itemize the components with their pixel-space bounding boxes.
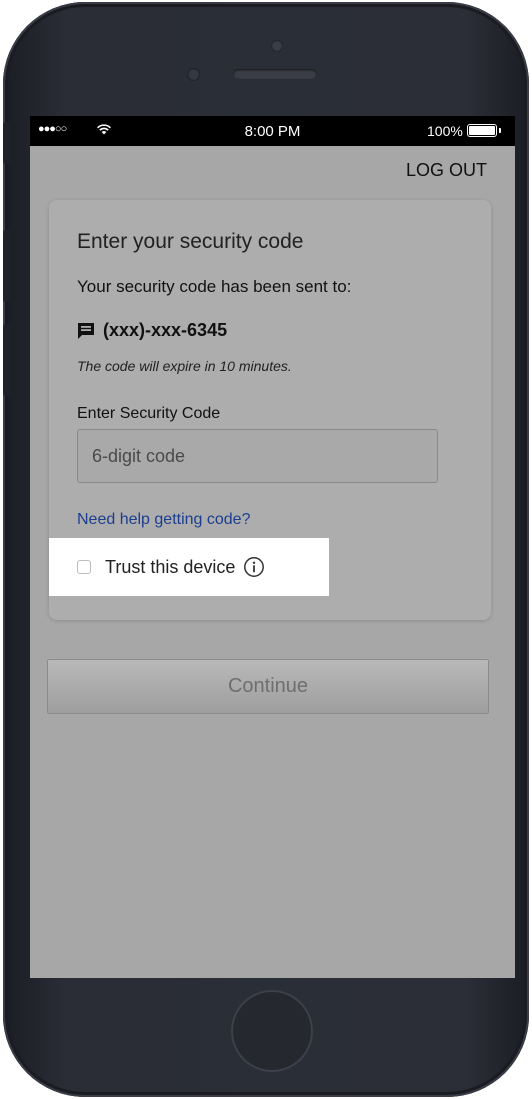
code-field-label: Enter Security Code	[77, 405, 221, 422]
security-code-card: Enter your security code Your security c…	[49, 200, 491, 620]
help-code-link[interactable]: Need help getting code?	[77, 511, 250, 529]
phone-number: (xxx)-xxx-6345	[103, 320, 228, 340]
trust-device-checkbox[interactable]	[77, 560, 91, 574]
message-icon	[78, 322, 94, 339]
sent-to-text: Your security code has been sent to:	[77, 277, 352, 296]
logout-button[interactable]: LOG OUT	[406, 160, 487, 181]
continue-button[interactable]: Continue	[47, 659, 489, 714]
volume-up-button	[3, 230, 11, 302]
info-icon[interactable]	[243, 556, 265, 578]
speaker-grille	[233, 69, 317, 79]
home-button[interactable]	[231, 990, 313, 1072]
mute-switch	[3, 122, 11, 164]
phone-number-row: (xxx)-xxx-6345	[77, 320, 227, 341]
volume-down-button	[3, 324, 11, 396]
battery-percentage: 100%	[427, 123, 463, 139]
status-bar: ●●●○○ 8:00 PM 100%	[30, 116, 515, 146]
camera-icon	[271, 40, 283, 52]
battery-icon	[467, 124, 501, 137]
screen: ●●●○○ 8:00 PM 100% LOG OUT Enter your se…	[30, 116, 515, 978]
trust-device-label[interactable]: Trust this device	[105, 557, 235, 578]
card-title: Enter your security code	[77, 230, 304, 253]
expire-note: The code will expire in 10 minutes.	[77, 358, 292, 374]
trust-device-row: Trust this device	[49, 538, 329, 596]
security-code-input[interactable]	[77, 429, 438, 483]
sensor-icon	[187, 68, 200, 81]
